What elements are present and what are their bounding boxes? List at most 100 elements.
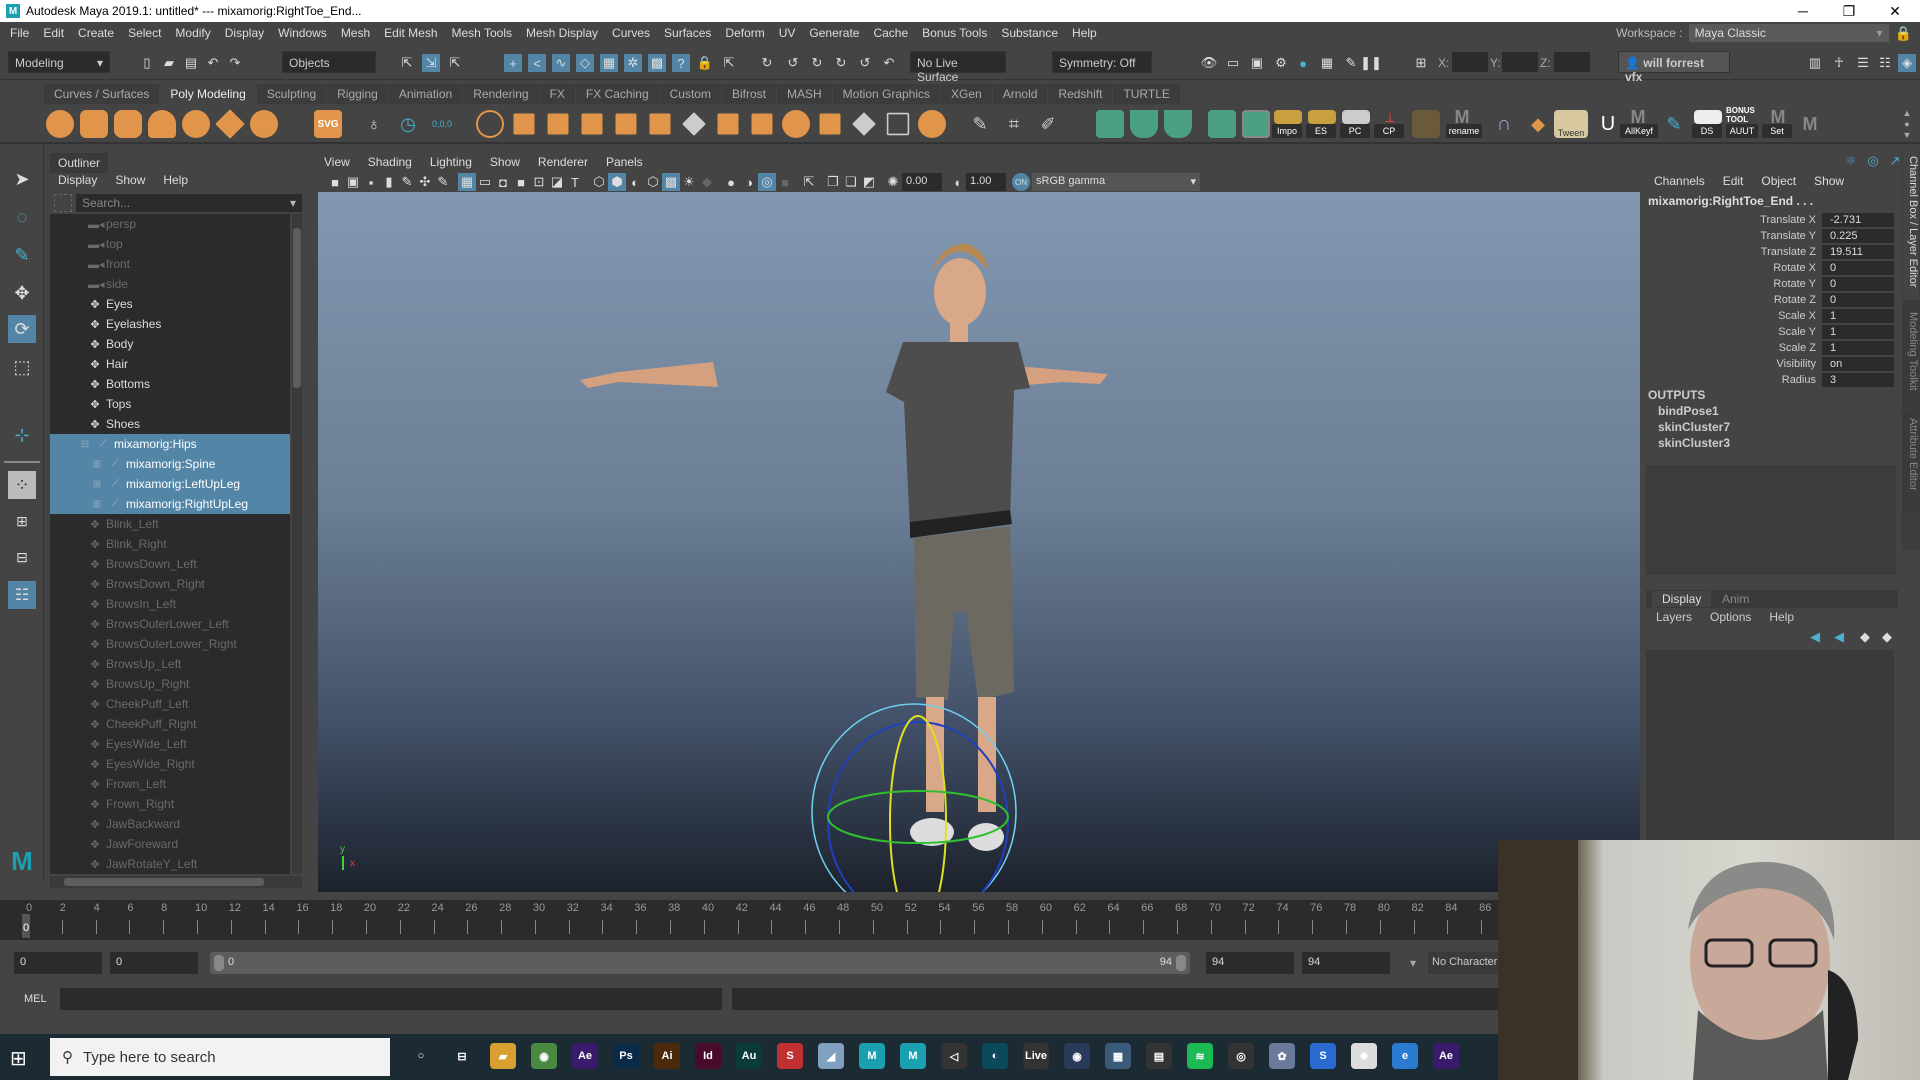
shelf-tab-rigging[interactable]: Rigging bbox=[327, 84, 388, 104]
channel-attribute-name[interactable]: Radius bbox=[1642, 374, 1822, 386]
separate-icon[interactable] bbox=[513, 113, 535, 135]
outliner-item[interactable]: ✥ JawForeward bbox=[50, 834, 290, 854]
bonus-tool-icon[interactable]: BONUS TOOL bbox=[1726, 106, 1760, 124]
insert-edge-icon[interactable] bbox=[886, 112, 910, 136]
taskbar-search[interactable]: ⚲ Type here to search bbox=[50, 1038, 390, 1076]
two-d-pan-icon[interactable]: ✣ bbox=[416, 173, 434, 191]
light-editor-icon[interactable]: ✎ bbox=[1342, 54, 1360, 72]
scene-start-field[interactable]: 0 bbox=[14, 952, 102, 974]
x-field[interactable] bbox=[1452, 52, 1488, 72]
range-start-handle[interactable] bbox=[214, 955, 224, 971]
edit-menu[interactable]: Edit bbox=[1723, 174, 1744, 188]
channel-attribute-row[interactable]: Rotate Z0 bbox=[1642, 292, 1900, 307]
screen-space-ao-icon[interactable]: ● bbox=[722, 173, 740, 191]
channel-attribute-name[interactable]: Scale Z bbox=[1642, 342, 1822, 354]
lasso-tool-icon[interactable]: ◌ bbox=[8, 203, 36, 231]
film-gate-icon[interactable]: ▭ bbox=[476, 173, 494, 191]
rename-button[interactable]: rename bbox=[1446, 124, 1482, 138]
menu-modify[interactable]: Modify bbox=[175, 26, 210, 40]
channel-attribute-name[interactable]: Translate Z bbox=[1642, 246, 1822, 258]
outliner-item[interactable]: ⊟ ⟋ mixamorig:Hips bbox=[50, 434, 290, 454]
reset-origin-icon[interactable]: 0,0,0 bbox=[428, 110, 456, 138]
taskbar-app-after-effects-icon[interactable]: Ae bbox=[572, 1043, 598, 1069]
outliner-item[interactable]: ✥ EyesWide_Left bbox=[50, 734, 290, 754]
new-layer-icon[interactable]: ◆ bbox=[1856, 628, 1874, 646]
channel-attribute-value[interactable]: 1 bbox=[1822, 308, 1894, 323]
menu-deform[interactable]: Deform bbox=[725, 26, 764, 40]
symmetry-dropdown[interactable]: Symmetry: Off bbox=[1052, 51, 1152, 73]
universal-manipulator-icon[interactable]: ⊹ bbox=[8, 421, 36, 449]
snap-icon[interactable]: ◆ bbox=[1524, 110, 1552, 138]
outliner-item[interactable]: ✥ Eyes bbox=[50, 294, 290, 314]
shelf-tab-fx-caching[interactable]: FX Caching bbox=[575, 84, 659, 104]
shelf-tab-rendering[interactable]: Rendering bbox=[463, 84, 539, 104]
channel-attribute-row[interactable]: Visibility on bbox=[1642, 356, 1900, 371]
side-tab-modeling-toolkit[interactable]: Modeling Toolkit bbox=[1903, 306, 1919, 406]
attribute-editor-icon[interactable]: ☰ bbox=[1854, 54, 1872, 72]
transform-input-icon[interactable]: ⊞ bbox=[1412, 54, 1430, 72]
outliner-item[interactable]: ✥ BrowsUp_Right bbox=[50, 674, 290, 694]
render-view-icon[interactable]: ▩ bbox=[648, 54, 666, 72]
snap-view-plane-icon[interactable]: ▦ bbox=[600, 54, 618, 72]
mel-label[interactable]: MEL bbox=[24, 993, 47, 1005]
taskbar-app-indesign-icon[interactable]: Id bbox=[695, 1043, 721, 1069]
set-button[interactable]: Set bbox=[1762, 124, 1792, 138]
es-button[interactable]: ES bbox=[1306, 124, 1336, 138]
viewport-menu-renderer[interactable]: Renderer bbox=[538, 155, 588, 169]
lock-icon[interactable]: 🔒 bbox=[1895, 25, 1912, 42]
menu-create[interactable]: Create bbox=[78, 26, 114, 40]
menu-help[interactable]: Help bbox=[1072, 26, 1097, 40]
camera-attributes-icon[interactable]: ▪ bbox=[362, 173, 380, 191]
taskbar-app-blender-icon[interactable]: ✿ bbox=[1269, 1043, 1295, 1069]
hypershade-icon[interactable]: ↶ bbox=[880, 54, 898, 72]
view-transform-dropdown[interactable]: sRGB gamma ▾ bbox=[1032, 173, 1200, 191]
taskbar-app-photoshop-icon[interactable]: Ps bbox=[613, 1043, 639, 1069]
menu-display[interactable]: Display bbox=[225, 26, 264, 40]
menu-uv[interactable]: UV bbox=[779, 26, 796, 40]
outliner-item[interactable]: ✥ Frown_Left bbox=[50, 774, 290, 794]
bevel-icon[interactable] bbox=[682, 112, 706, 136]
exposure-field[interactable]: 0.00 bbox=[902, 173, 942, 191]
channel-attribute-name[interactable]: Rotate X bbox=[1642, 262, 1822, 274]
isolate-select-icon[interactable]: ⇱ bbox=[800, 173, 818, 191]
ds-icon[interactable] bbox=[1694, 110, 1722, 124]
outliner-item[interactable]: ▬◂ persp bbox=[50, 214, 290, 234]
paint-brush-icon[interactable]: ✎ bbox=[1660, 110, 1688, 138]
time-slider[interactable]: 0 2 4 6 8 10 12 14 16 18 20 22 24 26 28 30 32 34 36 38 40 42 4… bbox=[0, 900, 1500, 940]
poly-torus-icon[interactable] bbox=[182, 110, 210, 138]
smooth-icon[interactable] bbox=[581, 113, 603, 135]
scroll-thumb[interactable] bbox=[64, 878, 264, 886]
cylindrical-map-icon[interactable] bbox=[1164, 110, 1192, 138]
combine-icon[interactable] bbox=[476, 110, 504, 138]
select-object-icon[interactable]: ⇲ bbox=[422, 54, 440, 72]
auut-button[interactable]: AUUT bbox=[1726, 124, 1758, 138]
snap-grid-icon[interactable]: + bbox=[504, 54, 522, 72]
axis-icon[interactable]: ⟂ bbox=[1376, 109, 1404, 125]
shelf-tab-arnold[interactable]: Arnold bbox=[992, 84, 1048, 104]
channel-attribute-name[interactable]: Rotate Z bbox=[1642, 294, 1822, 306]
new-scene-icon[interactable]: ▯ bbox=[138, 54, 156, 72]
outliner-menu-show[interactable]: Show bbox=[115, 173, 145, 187]
hypershade-icon[interactable]: ● bbox=[1294, 54, 1312, 72]
channel-attribute-value[interactable]: 0.225 bbox=[1822, 228, 1894, 243]
paint-select-tool-icon[interactable]: ✎ bbox=[8, 241, 36, 269]
shelf-tab-sculpting[interactable]: Sculpting bbox=[256, 84, 327, 104]
xray-icon[interactable]: ❐ bbox=[824, 173, 842, 191]
outliner-item[interactable]: ⊞ ⟋ mixamorig:LeftUpLeg bbox=[50, 474, 290, 494]
outliner-item[interactable]: ✥ BrowsOuterLower_Left bbox=[50, 614, 290, 634]
windows-start-icon[interactable]: ⊞ bbox=[10, 1046, 27, 1071]
taskbar-app-zbrush-icon[interactable]: ✸ bbox=[1351, 1043, 1377, 1069]
channel-attribute-value[interactable]: 19.511 bbox=[1822, 244, 1894, 259]
outliner-item[interactable]: ⊞ ⟋ mixamorig:RightUpLeg bbox=[50, 494, 290, 514]
help-icon[interactable]: ? bbox=[672, 54, 690, 72]
maya-m-icon[interactable]: M bbox=[1764, 107, 1792, 127]
render-setup-icon[interactable]: ▦ bbox=[1318, 54, 1336, 72]
channel-attribute-name[interactable]: Rotate Y bbox=[1642, 278, 1822, 290]
taskbar-app-audition-icon[interactable]: Au bbox=[736, 1043, 762, 1069]
select-hierarchy-icon[interactable]: ⇱ bbox=[398, 54, 416, 72]
safe-title-icon[interactable]: T bbox=[566, 173, 584, 191]
shelf-tab-xgen[interactable]: XGen bbox=[941, 84, 992, 104]
snap-point-icon[interactable]: ∿ bbox=[552, 54, 570, 72]
menuset-dropdown[interactable]: Modeling ▾ bbox=[8, 51, 110, 73]
taskbar-app-spotify-icon[interactable]: ≋ bbox=[1187, 1043, 1213, 1069]
